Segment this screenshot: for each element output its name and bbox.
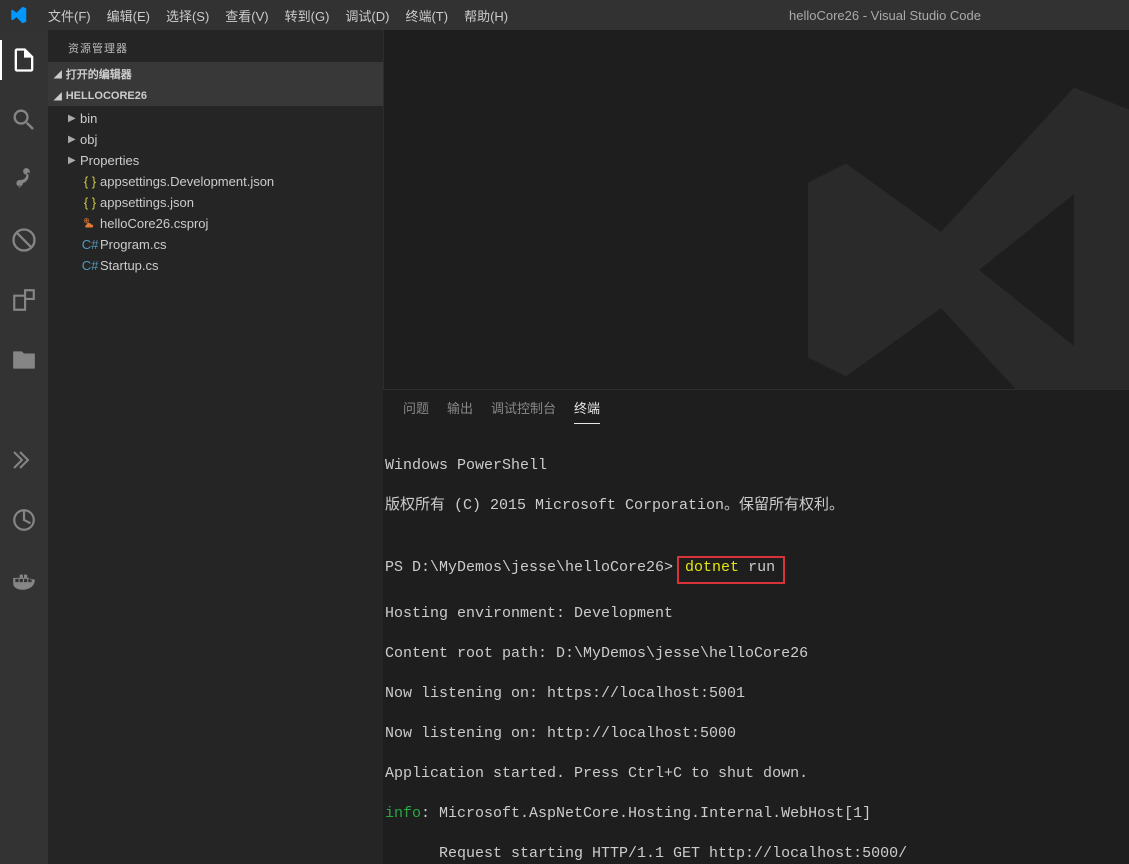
tab-problems[interactable]: 问题 (403, 398, 429, 424)
json-icon: { } (80, 174, 100, 189)
menu-go[interactable]: 转到(G) (277, 6, 338, 25)
json-icon: { } (80, 195, 100, 210)
tree-file-appsettings[interactable]: { } appsettings.json (48, 192, 383, 213)
sidebar-title: 资源管理器 (48, 30, 383, 62)
panel-tabs: 问题 输出 调试控制台 终端 (383, 390, 1129, 424)
command-highlight: dotnet run (677, 556, 785, 584)
tree-label: appsettings.Development.json (100, 174, 274, 189)
tree-folder-obj[interactable]: ▶ obj (48, 129, 383, 150)
workspace-header[interactable]: ◢ HELLOCORE26 (48, 86, 383, 106)
debug-icon[interactable] (0, 220, 48, 260)
menu-terminal[interactable]: 终端(T) (397, 6, 456, 25)
tab-terminal[interactable]: 终端 (574, 398, 600, 424)
terminal[interactable]: Windows PowerShell 版权所有 (C) 2015 Microso… (383, 424, 1129, 864)
bottom-panel: 问题 输出 调试控制台 终端 Windows PowerShell 版权所有 (… (383, 389, 1129, 864)
menu-file[interactable]: 文件(F) (40, 6, 99, 25)
terminal-line: Content root path: D:\MyDemos\jesse\hell… (385, 644, 1124, 664)
tree-label: Program.cs (100, 237, 166, 252)
terminal-line: Request starting HTTP/1.1 GET http://loc… (385, 844, 1124, 864)
terminal-line: info: Microsoft.AspNetCore.Hosting.Inter… (385, 804, 1124, 824)
editor-background (383, 30, 1129, 389)
editor-area: 问题 输出 调试控制台 终端 Windows PowerShell 版权所有 (… (383, 30, 1129, 864)
chevron-down-icon: ◢ (54, 91, 62, 102)
tree-label: bin (80, 111, 97, 126)
terminal-line: 版权所有 (C) 2015 Microsoft Corporation。保留所有… (385, 496, 1124, 516)
menu-edit[interactable]: 编辑(E) (99, 6, 158, 25)
tree-file-appsettings-dev[interactable]: { } appsettings.Development.json (48, 171, 383, 192)
menu-debug[interactable]: 调试(D) (337, 6, 397, 25)
search-icon[interactable] (0, 100, 48, 140)
title-bar: 文件(F) 编辑(E) 选择(S) 查看(V) 转到(G) 调试(D) 终端(T… (0, 0, 1129, 30)
activity-bar (0, 30, 48, 864)
open-editors-label: 打开的编辑器 (66, 66, 132, 82)
chevron-right-icon: ▶ (68, 134, 80, 145)
terminal-line: Now listening on: https://localhost:5001 (385, 684, 1124, 704)
vscode-logo-icon (0, 6, 35, 24)
terminal-line: Application started. Press Ctrl+C to shu… (385, 764, 1124, 784)
menu-selection[interactable]: 选择(S) (158, 6, 217, 25)
explorer-icon[interactable] (0, 40, 48, 80)
terminal-line: Now listening on: http://localhost:5000 (385, 724, 1124, 744)
xml-icon (80, 217, 100, 231)
chevron-right-icon: ▶ (68, 155, 80, 166)
tree-file-startup[interactable]: C# Startup.cs (48, 255, 383, 276)
file-tree: ▶ bin ▶ obj ▶ Properties { } appsettings… (48, 106, 383, 278)
tree-label: Properties (80, 153, 139, 168)
tree-label: obj (80, 132, 97, 147)
chevron-down-icon: ◢ (54, 69, 62, 80)
tree-file-csproj[interactable]: helloCore26.csproj (48, 213, 383, 234)
tree-file-program[interactable]: C# Program.cs (48, 234, 383, 255)
csharp-icon: C# (80, 258, 100, 273)
tree-label: helloCore26.csproj (100, 216, 208, 231)
tree-folder-bin[interactable]: ▶ bin (48, 108, 383, 129)
terminal-line: Windows PowerShell (385, 456, 1124, 476)
window-title: helloCore26 - Visual Studio Code (529, 8, 1129, 23)
vscode-watermark-icon (789, 80, 1129, 389)
chevron-right-icon: ▶ (68, 113, 80, 124)
workspace-label: HELLOCORE26 (66, 90, 147, 102)
docker-icon[interactable] (0, 560, 48, 600)
menu-help[interactable]: 帮助(H) (456, 6, 516, 25)
source-control-icon[interactable] (0, 160, 48, 200)
tab-debug-console[interactable]: 调试控制台 (491, 398, 556, 424)
sidebar: 资源管理器 ◢ 打开的编辑器 ◢ HELLOCORE26 ▶ bin ▶ obj… (48, 30, 383, 864)
tree-folder-properties[interactable]: ▶ Properties (48, 150, 383, 171)
tab-output[interactable]: 输出 (447, 398, 473, 424)
tree-label: Startup.cs (100, 258, 159, 273)
csharp-icon: C# (80, 237, 100, 252)
git-lens-icon[interactable] (0, 500, 48, 540)
tree-label: appsettings.json (100, 195, 194, 210)
extensions-icon[interactable] (0, 280, 48, 320)
menu-view[interactable]: 查看(V) (217, 6, 276, 25)
references-icon[interactable] (0, 440, 48, 480)
menu-bar: 文件(F) 编辑(E) 选择(S) 查看(V) 转到(G) 调试(D) 终端(T… (35, 6, 516, 25)
folder-icon[interactable] (0, 340, 48, 380)
terminal-prompt-line: PS D:\MyDemos\jesse\helloCore26>dotnet r… (385, 556, 1124, 584)
terminal-line: Hosting environment: Development (385, 604, 1124, 624)
open-editors-header[interactable]: ◢ 打开的编辑器 (48, 62, 383, 86)
